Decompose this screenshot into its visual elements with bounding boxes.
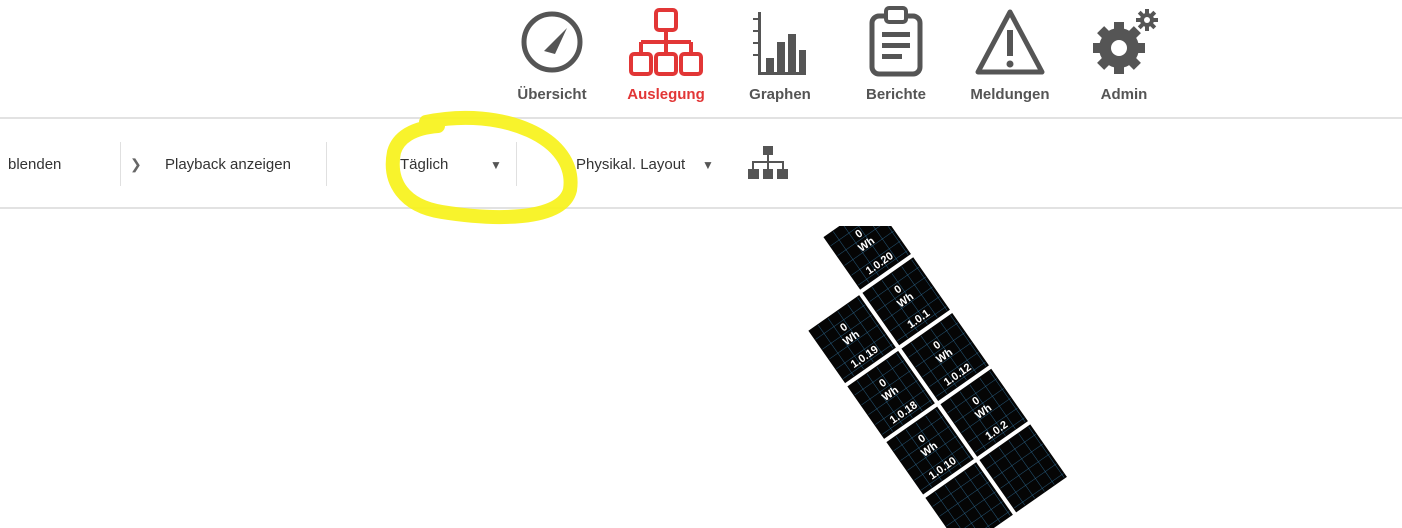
main-navigation: Übersicht Auslegung Graphen Berichte Mel… bbox=[0, 0, 1402, 118]
nav-meldungen[interactable]: Meldungen bbox=[960, 4, 1060, 112]
nav-berichte[interactable]: Berichte bbox=[846, 4, 946, 112]
sitemap-icon[interactable] bbox=[746, 144, 790, 184]
nav-uebersicht-label: Übersicht bbox=[517, 86, 587, 103]
playback-button[interactable]: Playback anzeigen bbox=[165, 156, 291, 173]
toolbar-separator bbox=[326, 142, 327, 186]
caret-down-icon: ▼ bbox=[702, 158, 714, 172]
divider-top bbox=[0, 117, 1402, 119]
toolbar-separator bbox=[120, 142, 121, 186]
sitemap-icon bbox=[629, 8, 703, 76]
gears-icon bbox=[1093, 9, 1158, 74]
toolbar: blenden ❯ Playback anzeigen Täglich ▼ Ph… bbox=[0, 120, 1402, 206]
divider-toolbar bbox=[0, 207, 1402, 209]
blenden-button[interactable]: blenden bbox=[8, 156, 61, 173]
period-select-value: Täglich bbox=[400, 156, 449, 173]
warning-icon bbox=[975, 9, 1045, 75]
panel-layout: 0 Wh 1.0.20 0 Wh 1.0.19 0 Wh 1.0.1 0 Wh … bbox=[805, 226, 1070, 528]
nav-uebersicht[interactable]: Übersicht bbox=[502, 4, 602, 112]
layout-select-value: Physikal. Layout bbox=[576, 156, 686, 173]
nav-graphen-label: Graphen bbox=[749, 86, 811, 103]
nav-admin-label: Admin bbox=[1100, 86, 1148, 103]
nav-berichte-label: Berichte bbox=[865, 86, 927, 103]
period-select[interactable]: Täglich ▼ bbox=[396, 120, 516, 206]
nav-auslegung[interactable]: Auslegung bbox=[616, 4, 716, 112]
caret-down-icon: ▼ bbox=[490, 158, 502, 172]
layout-select[interactable]: Physikal. Layout ▼ bbox=[574, 120, 724, 206]
nav-auslegung-label: Auslegung bbox=[627, 86, 705, 103]
toolbar-separator bbox=[516, 142, 517, 186]
clipboard-icon bbox=[869, 6, 923, 77]
chevron-right-icon: ❯ bbox=[130, 156, 142, 172]
nav-admin[interactable]: Admin bbox=[1074, 4, 1174, 112]
nav-graphen[interactable]: Graphen bbox=[730, 4, 830, 112]
bar-chart-icon bbox=[753, 12, 806, 75]
nav-meldungen-label: Meldungen bbox=[970, 86, 1050, 103]
speedometer-icon bbox=[521, 11, 583, 73]
